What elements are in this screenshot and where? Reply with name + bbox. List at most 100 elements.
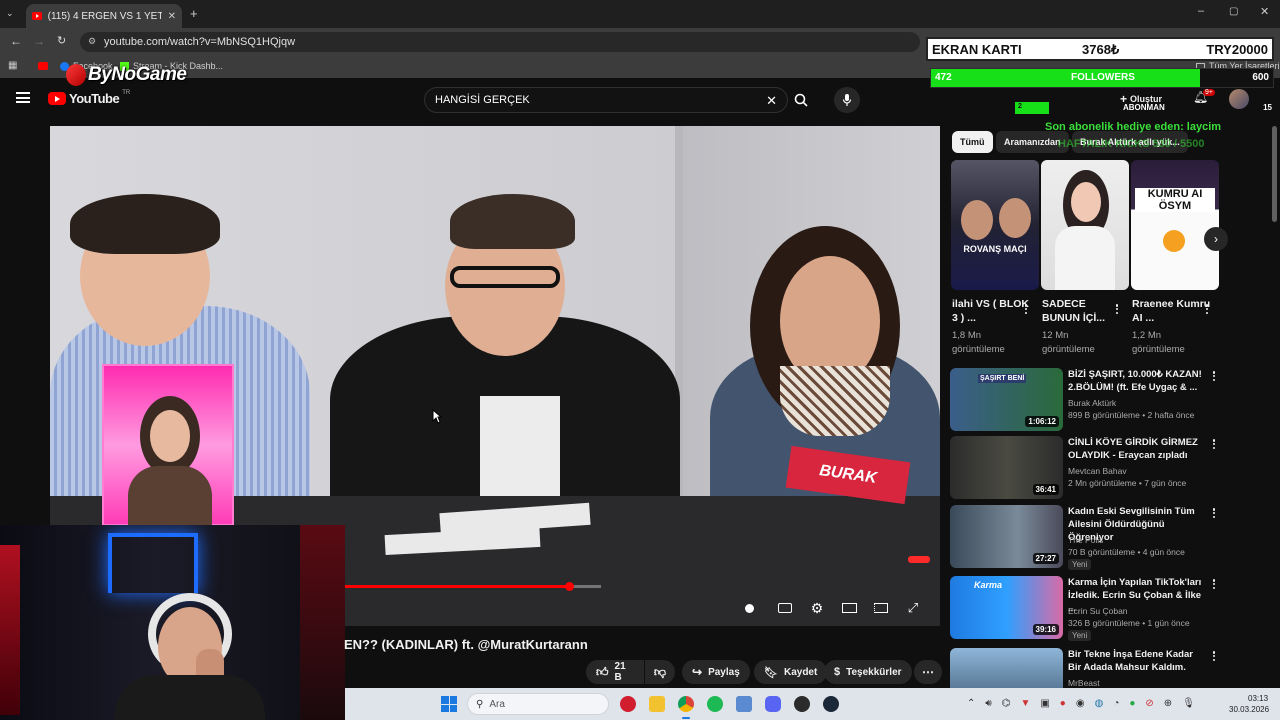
clock-time[interactable]: 03:13 [1248,694,1268,703]
youtube-logo[interactable]: YouTube TR [48,90,130,106]
short-title[interactable]: SADECE BUNUN İÇİ... [1042,297,1122,325]
tray-app-icon[interactable]: ● [1129,698,1135,709]
close-tab-icon[interactable]: ✕ [168,11,176,22]
settings-button[interactable]: ⚙ [808,600,826,616]
subtitles-button[interactable] [776,600,794,616]
recommendation-item[interactable]: 27:27 Kadın Eski Sevgilisinin Tüm Ailesi… [950,505,1270,570]
tray-app-icon[interactable]: ◉ [1076,698,1085,709]
reload-icon[interactable]: ↻ [57,34,66,47]
tray-app-icon[interactable]: ⊕ [1164,698,1172,709]
short-thumbnail[interactable]: KUMRU AI ÖSYM [1131,160,1219,290]
notifications-button[interactable]: 🔔︎ 9+ [1193,89,1215,104]
taskbar-obs-icon[interactable] [794,696,810,712]
streamer-webcam [0,525,345,720]
theater-mode-button[interactable] [840,600,858,616]
like-button[interactable]: 👍︎ 21 B [586,660,644,684]
theater-icon [841,603,857,613]
tray-app-icon[interactable]: ● [1060,698,1066,709]
shorts-next-button[interactable]: › [1204,227,1228,251]
volume-icon[interactable]: 🔊︎ [985,698,991,709]
recommendation-channel: Ecrin Su Çoban [1068,606,1128,616]
tab-menu-icon[interactable]: ⌄ [6,8,18,20]
browser-tab-active[interactable]: (115) 4 ERGEN VS 1 YETİŞKİN! | ✕ [26,4,182,28]
recommendation-item[interactable]: ŞAŞIRT BENİ 1:06:12 BİZİ ŞAŞIRT, 10.000₺… [950,368,1270,432]
fullscreen-button[interactable]: ⤢ [904,600,922,616]
recommendation-item[interactable]: Karma 39:16 Karma İçin Yapılan TikTok'la… [950,576,1270,641]
autoplay-toggle[interactable] [740,600,758,616]
taskbar-app-icon[interactable] [620,696,636,712]
thanks-button[interactable]: $ Teşekkürler [824,660,912,684]
create-button[interactable]: + Oluştur [1120,92,1162,106]
short-thumbnail[interactable]: ROVANŞ MAÇI [951,160,1039,290]
cast-button[interactable] [872,600,890,616]
url-field[interactable]: ⚙ youtube.com/watch?v=MbNSQ1HQjqw [80,32,920,52]
minimize-icon[interactable]: – [1198,5,1204,17]
clock-date[interactable]: 30.03.2026 [1229,705,1269,714]
forward-icon[interactable]: → [33,34,45,48]
taskbar-chrome-icon[interactable] [678,696,694,712]
recommendation-menu-icon[interactable] [1209,506,1219,520]
search-icon [794,93,808,107]
taskbar-files-icon[interactable] [649,696,665,712]
tray-app-icon[interactable]: ◍ [1095,698,1104,709]
thumb-badge: Karma [974,580,1003,590]
tray-app-icon[interactable]: ▼ [1020,698,1030,709]
close-window-icon[interactable]: ✕ [1260,5,1269,18]
tray-app-icon[interactable]: ◔ [1113,698,1119,709]
windows-taskbar: ⚲ Ara ⌃ 🔊︎ ⌬ ▼ ▣ ● ◉ ◍ ◔ ● ⊘ ⊕ 🎙︎ 03:13 … [345,688,1280,720]
taskbar-spotify-icon[interactable] [707,696,723,712]
taskbar-app-icon[interactable] [736,696,752,712]
short-title[interactable]: Rraenee Kumru AI ... [1132,297,1212,325]
recommendation-channel: Burak Aktürk [1068,398,1117,408]
short-text: ROVANŞ MAÇI [963,244,1027,254]
recommendation-item[interactable]: 36:41 CİNLİ KÖYE GİRDİK GİRMEZ OLAYDIK -… [950,436,1270,500]
youtube-bookmark-icon[interactable] [38,62,48,70]
more-actions-button[interactable]: ⋯ [914,660,942,684]
tray-mic-icon[interactable]: 🎙︎ [1182,698,1195,709]
clear-search-icon[interactable]: ✕ [766,93,777,109]
hamburger-menu-icon[interactable] [16,92,30,103]
recommendation-menu-icon[interactable] [1209,649,1219,663]
new-tab-icon[interactable]: + [190,6,198,21]
short-menu-icon[interactable] [1021,302,1031,316]
short-menu-icon[interactable] [1202,302,1212,316]
system-tray[interactable]: ⌃ 🔊︎ ⌬ ▼ ▣ ● ◉ ◍ ◔ ● ⊘ ⊕ 🎙︎ [967,698,1195,709]
new-badge: Yeni [1068,630,1092,641]
video-progress-scrubber[interactable] [565,582,574,591]
recommendation-meta: 899 B görüntüleme • 2 hafta önce [1068,410,1195,420]
recommendation-duration: 36:41 [1032,484,1059,495]
network-icon[interactable]: ⌬ [1002,698,1011,709]
search-input[interactable]: HANGİSİ GERÇEK ✕ [424,87,788,113]
browser-tab-bar: ⌄ (115) 4 ERGEN VS 1 YETİŞKİN! | ✕ + – ▢… [0,0,1280,28]
short-thumbnail[interactable] [1041,160,1129,290]
page-scrollbar[interactable] [1272,126,1277,222]
taskbar-discord-icon[interactable] [765,696,781,712]
windows-start-icon[interactable] [441,696,457,712]
share-button[interactable]: ↪ Paylaş [682,660,750,684]
recommendation-menu-icon[interactable] [1209,369,1219,383]
video-person-middle-hair [450,194,575,249]
recommendation-menu-icon[interactable] [1209,437,1219,451]
short-title[interactable]: ilahi VS ( BLOK 3 ) ... [952,297,1032,325]
recommendation-item[interactable]: Bir Tekne İnşa Edene Kadar Bir Adada Mah… [950,648,1270,688]
taskbar-search[interactable]: ⚲ Ara [467,693,609,715]
tray-chevron-icon[interactable]: ⌃ [967,698,975,709]
avatar[interactable] [1229,89,1249,109]
tray-app-icon[interactable]: ▣ [1040,698,1049,709]
search-button[interactable] [786,87,816,113]
dislike-button[interactable]: 👎︎ [645,660,675,684]
restore-icon[interactable]: ▢ [1229,6,1238,17]
chip-all[interactable]: Tümü [952,131,993,153]
short-menu-icon[interactable] [1112,302,1122,316]
tray-app-icon[interactable]: ⊘ [1145,698,1153,709]
site-info-icon[interactable]: ⚙ [88,36,96,47]
voice-search-button[interactable] [834,87,860,113]
video-progress-bar[interactable] [345,582,601,591]
youtube-logo-text: YouTube [69,91,120,106]
back-icon[interactable]: ← [10,34,22,48]
apps-grid-icon[interactable]: ▦ [8,60,17,71]
recommendation-menu-icon[interactable] [1209,577,1219,591]
more-icon: ⋯ [922,665,934,679]
taskbar-steam-icon[interactable] [823,696,839,712]
save-button[interactable]: 🔖︎ Kaydet [754,660,828,684]
